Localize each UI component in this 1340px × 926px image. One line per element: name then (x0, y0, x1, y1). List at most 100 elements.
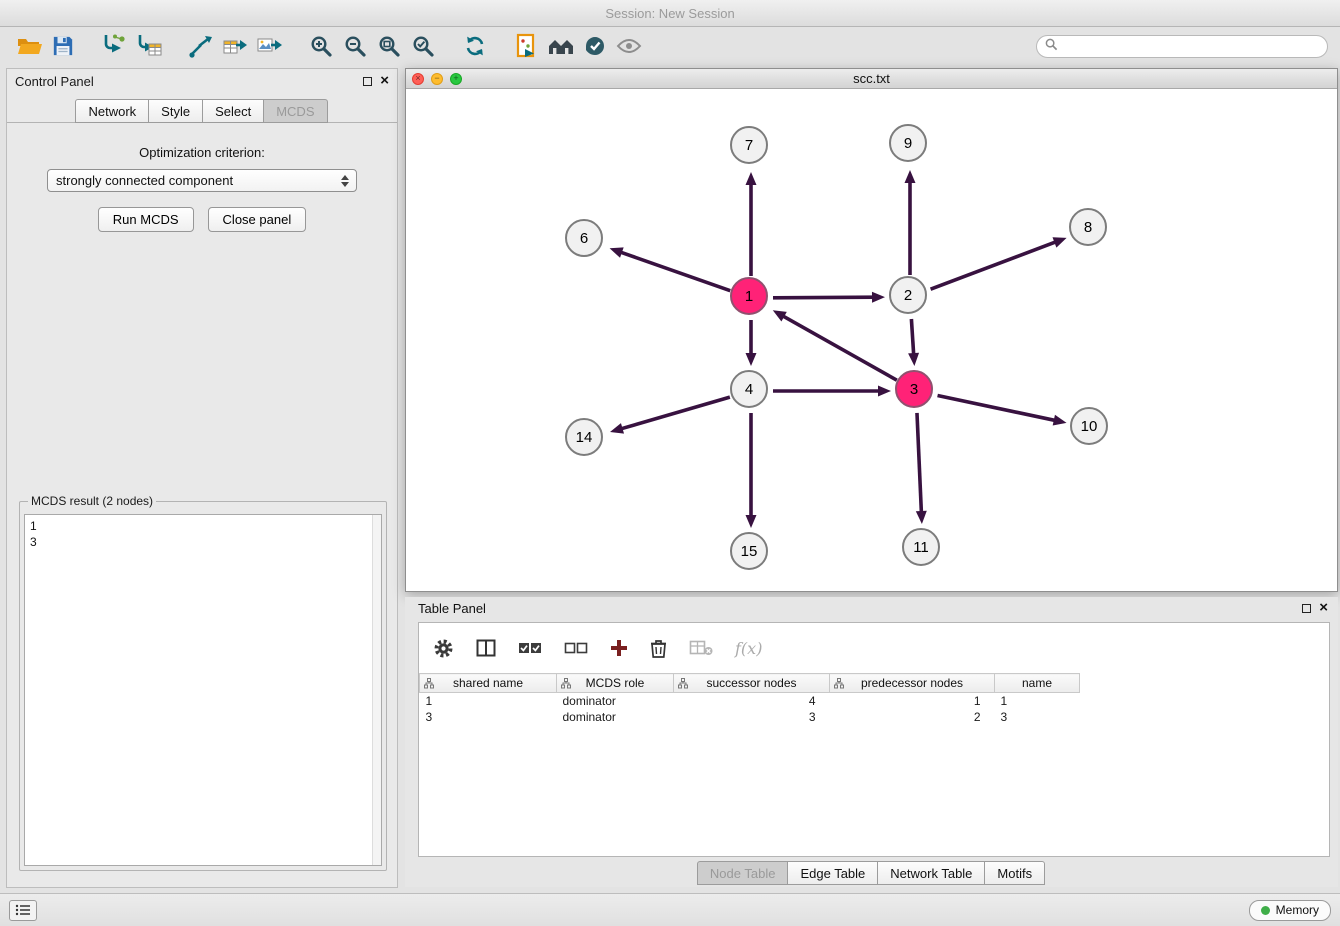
graph-node-3[interactable]: 3 (895, 370, 933, 408)
optimization-dropdown[interactable]: strongly connected component (47, 169, 357, 192)
window-titlebar: Session: New Session (0, 0, 1340, 27)
zoom-out-icon[interactable] (338, 31, 372, 61)
table-cell[interactable]: 1 (995, 693, 1080, 709)
column-header-shared-name[interactable]: shared name (420, 674, 557, 693)
network-from-selection-icon[interactable] (184, 31, 218, 61)
table-cell[interactable]: 3 (420, 709, 557, 725)
column-header-successor-nodes[interactable]: successor nodes (674, 674, 830, 693)
cybrowser-icon[interactable] (510, 31, 544, 61)
table-row[interactable]: 3dominator323 (420, 709, 1080, 725)
mcds-result-box: MCDS result (2 nodes) 13 (19, 494, 387, 871)
edge-3-11[interactable] (917, 413, 921, 513)
graph-node-1[interactable]: 1 (730, 277, 768, 315)
arrowhead-icon (872, 292, 885, 303)
tab-network[interactable]: Network (75, 99, 149, 123)
zoom-in-icon[interactable] (304, 31, 338, 61)
edge-4-14[interactable] (621, 397, 730, 429)
edge-3-10[interactable] (938, 396, 1056, 421)
zoom-fit-icon[interactable] (372, 31, 406, 61)
close-panel-icon[interactable]: × (380, 76, 389, 86)
graph-node-7[interactable]: 7 (730, 126, 768, 164)
refresh-icon[interactable] (458, 31, 492, 61)
table-cell[interactable]: 1 (420, 693, 557, 709)
mcds-result-title: MCDS result (2 nodes) (28, 494, 156, 508)
home-icon[interactable] (544, 31, 578, 61)
column-hierarchy-icon (424, 678, 434, 692)
float-panel-icon[interactable] (363, 77, 372, 86)
memory-button-label: Memory (1276, 903, 1319, 917)
table-settings-icon[interactable] (433, 638, 454, 659)
edge-1-2[interactable] (773, 297, 874, 298)
dropdown-selected-value: strongly connected component (56, 173, 338, 188)
network-window-title: scc.txt (406, 71, 1337, 86)
graph-node-8[interactable]: 8 (1069, 208, 1107, 246)
graph-node-6[interactable]: 6 (565, 219, 603, 257)
tab-edge-table[interactable]: Edge Table (787, 861, 878, 885)
import-network-icon[interactable] (98, 31, 132, 61)
column-header-name[interactable]: name (995, 674, 1080, 693)
table-cell[interactable]: dominator (557, 709, 674, 725)
show-panel-list-button[interactable] (9, 900, 37, 921)
tab-network-table[interactable]: Network Table (877, 861, 985, 885)
memory-button[interactable]: Memory (1249, 900, 1331, 921)
edge-1-6[interactable] (620, 252, 730, 291)
edge-2-3[interactable] (911, 319, 913, 355)
tab-motifs[interactable]: Motifs (984, 861, 1045, 885)
dropdown-stepper-icon (338, 175, 352, 187)
table-cell[interactable]: 3 (674, 709, 830, 725)
search-box[interactable] (1036, 35, 1328, 58)
tab-select[interactable]: Select (202, 99, 264, 123)
column-header-mcds-role[interactable]: MCDS role (557, 674, 674, 693)
arrowhead-icon (916, 511, 927, 524)
network-canvas[interactable]: 7 9 6 8 1 2 4 3 14 10 15 11 (406, 89, 1337, 591)
result-scrollbar[interactable] (372, 515, 381, 865)
delete-table-icon[interactable] (689, 640, 713, 656)
graph-node-11[interactable]: 11 (902, 528, 940, 566)
edge-3-1[interactable] (782, 316, 896, 381)
edge-2-8[interactable] (931, 242, 1057, 290)
graph-node-14[interactable]: 14 (565, 418, 603, 456)
close-table-panel-icon[interactable]: × (1319, 603, 1328, 613)
arrowhead-icon (905, 170, 916, 183)
show-graphics-details-icon[interactable] (612, 31, 646, 61)
network-window-titlebar[interactable]: × − + scc.txt (406, 69, 1337, 89)
table-tabs: Node Table Edge Table Network Table Moti… (405, 861, 1338, 885)
search-icon (1045, 38, 1058, 54)
save-session-icon[interactable] (46, 31, 80, 61)
delete-column-icon[interactable] (650, 639, 667, 658)
mcds-result-item: 1 (30, 518, 376, 534)
table-cell[interactable]: 2 (830, 709, 995, 725)
function-builder-icon[interactable]: f(x) (735, 639, 762, 658)
graph-node-10[interactable]: 10 (1070, 407, 1108, 445)
graph-node-4[interactable]: 4 (730, 370, 768, 408)
table-cell[interactable]: 1 (830, 693, 995, 709)
tab-mcds[interactable]: MCDS (263, 99, 327, 123)
table-cell[interactable]: 3 (995, 709, 1080, 725)
search-input[interactable] (1063, 39, 1319, 53)
table-toolbar: f(x) (419, 623, 1329, 673)
show-columns-icon[interactable] (476, 639, 496, 657)
validate-style-icon[interactable] (578, 31, 612, 61)
select-all-rows-icon[interactable] (518, 641, 542, 655)
close-panel-button[interactable]: Close panel (208, 207, 307, 232)
deselect-all-rows-icon[interactable] (564, 641, 588, 655)
float-table-panel-icon[interactable] (1302, 604, 1311, 613)
zoom-selected-icon[interactable] (406, 31, 440, 61)
tab-node-table[interactable]: Node Table (697, 861, 789, 885)
mcds-result-list: 13 (24, 514, 382, 866)
table-row[interactable]: 1dominator411 (420, 693, 1080, 709)
table-cell[interactable]: 4 (674, 693, 830, 709)
table-cell[interactable]: dominator (557, 693, 674, 709)
status-bar: Memory (0, 893, 1340, 926)
open-session-icon[interactable] (12, 31, 46, 61)
graph-node-15[interactable]: 15 (730, 532, 768, 570)
export-table-icon[interactable] (218, 31, 252, 61)
graph-node-2[interactable]: 2 (889, 276, 927, 314)
add-column-icon[interactable] (610, 639, 628, 657)
graph-node-9[interactable]: 9 (889, 124, 927, 162)
tab-style[interactable]: Style (148, 99, 203, 123)
column-header-predecessor-nodes[interactable]: predecessor nodes (830, 674, 995, 693)
export-image-icon[interactable] (252, 31, 286, 61)
import-table-icon[interactable] (132, 31, 166, 61)
run-mcds-button[interactable]: Run MCDS (98, 207, 194, 232)
